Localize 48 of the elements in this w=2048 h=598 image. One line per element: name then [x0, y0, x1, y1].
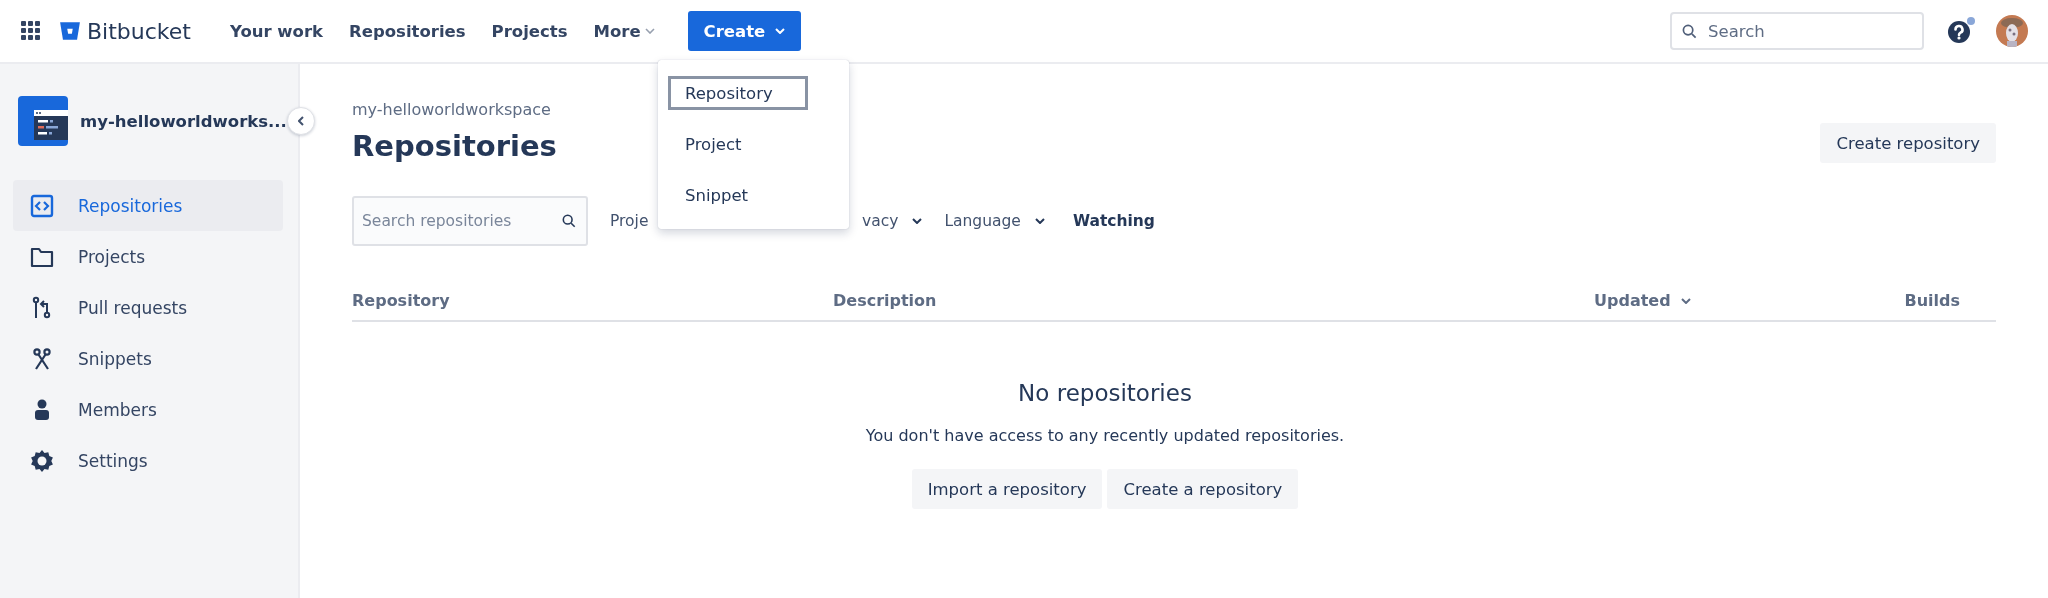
chevron-left-icon [298, 116, 304, 126]
empty-state-button[interactable]: Import a repository [911, 469, 1103, 509]
workspace-name[interactable]: my-helloworldworks... [80, 111, 287, 131]
watching-filter[interactable]: Watching [1072, 212, 1155, 230]
page-title: Repositories [352, 129, 557, 163]
sidebar-item[interactable]: Repositories [13, 180, 283, 231]
menu-item[interactable]: Snippet [668, 178, 808, 212]
filter-dropdown[interactable]: Language [944, 212, 1045, 230]
empty-state-message: You don't have access to any recently updated repositories. [865, 426, 1345, 445]
breadcrumb-link[interactable]: my-helloworldworkspace [352, 100, 557, 119]
settings-icon [30, 448, 54, 473]
sidebar-item[interactable]: Projects [13, 231, 283, 282]
filter-dropdown[interactable]: Proje [610, 212, 840, 230]
create-button[interactable]: Create [687, 11, 802, 51]
nav-link[interactable]: Your work [216, 21, 337, 41]
chevron-down-icon [912, 218, 923, 224]
search-field[interactable]: Search [1670, 12, 1924, 50]
sidebar-item[interactable]: Pull requests [13, 282, 283, 333]
help-icon[interactable] [1946, 16, 1976, 46]
app-name[interactable]: Bitbucket [87, 18, 191, 44]
nav-link[interactable]: More [580, 21, 668, 41]
sidebar-item[interactable]: Members [13, 384, 283, 435]
sidebar-item[interactable]: Snippets [13, 333, 283, 384]
create-repository-button[interactable]: Create repository [1820, 123, 1996, 163]
column-header[interactable]: Description [833, 291, 1594, 310]
filter-dropdown[interactable]: vacy [862, 212, 923, 230]
chevron-down-icon [644, 28, 655, 34]
code-icon [30, 193, 54, 218]
nav-link[interactable]: Repositories [336, 21, 479, 41]
search-repositories-field[interactable]: Search repositories [352, 196, 588, 246]
sidebar-item[interactable]: Settings [13, 435, 283, 486]
menu-item[interactable]: Project [668, 127, 808, 161]
empty-state-button[interactable]: Create a repository [1107, 469, 1299, 509]
column-header[interactable]: Repository [352, 291, 833, 310]
nav-link[interactable]: Projects [478, 21, 581, 41]
chevron-down-icon [1034, 218, 1045, 224]
search-icon [562, 214, 576, 228]
empty-state-title: No repositories [1018, 380, 1192, 406]
bucket-logo-icon[interactable] [59, 20, 81, 42]
workspace-avatar-icon[interactable] [18, 96, 68, 146]
menu-item[interactable]: Repository [668, 76, 808, 110]
chevron-down-icon [775, 28, 786, 34]
scissors-icon [30, 346, 54, 371]
collapse-button[interactable] [287, 107, 315, 135]
search-icon [1682, 24, 1697, 39]
column-header[interactable]: Updated [1594, 291, 1836, 310]
app-switcher-icon[interactable] [21, 21, 41, 41]
column-header[interactable]: Builds [1836, 291, 1996, 310]
